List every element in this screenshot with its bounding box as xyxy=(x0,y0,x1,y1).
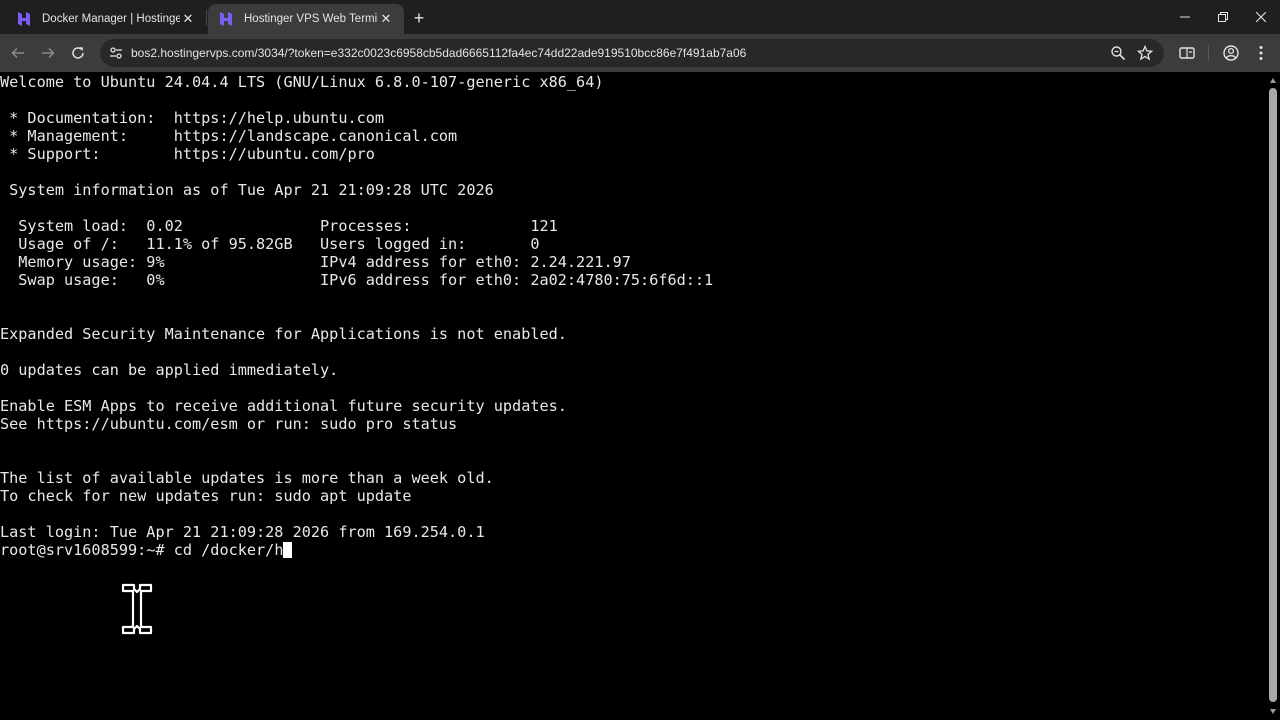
terminal-line: System information as of Tue Apr 21 21:0… xyxy=(0,181,494,199)
terminal-line: Memory usage: 9% IPv4 address for eth0: … xyxy=(0,253,631,271)
terminal-line: 0 updates can be applied immediately. xyxy=(0,361,339,379)
tab-separator xyxy=(206,10,207,26)
toolbar-divider xyxy=(1208,45,1209,61)
tab-docker-manager[interactable]: Docker Manager | Hostinger ✕ xyxy=(6,4,206,34)
restore-icon xyxy=(1218,12,1228,22)
reload-button[interactable] xyxy=(66,41,90,65)
hostinger-logo-icon xyxy=(220,12,232,26)
minimize-icon xyxy=(1180,16,1190,18)
terminal-line: Enable ESM Apps to receive additional fu… xyxy=(0,397,567,415)
arrow-left-icon xyxy=(11,47,24,59)
terminal-line: Expanded Security Maintenance for Applic… xyxy=(0,325,567,343)
terminal-line: System load: 0.02 Processes: 121 xyxy=(0,217,558,235)
scroll-down-icon[interactable] xyxy=(1270,709,1276,714)
back-button[interactable] xyxy=(6,41,30,65)
profile-icon[interactable] xyxy=(1222,44,1240,62)
terminal-cursor xyxy=(283,542,293,558)
arrow-right-icon xyxy=(42,47,55,59)
restore-button[interactable] xyxy=(1204,0,1242,34)
terminal-line: * Documentation: https://help.ubuntu.com xyxy=(0,109,385,127)
terminal-line: The list of available updates is more th… xyxy=(0,469,494,487)
zoom-icon[interactable] xyxy=(1110,45,1126,61)
minimize-button[interactable] xyxy=(1166,0,1204,34)
hostinger-logo-icon xyxy=(18,12,30,26)
tab-strip: Docker Manager | Hostinger ✕ Hostinger V… xyxy=(0,0,1280,34)
close-icon[interactable]: ✕ xyxy=(180,11,196,27)
shell-prompt: root@srv1608599:~# xyxy=(0,541,174,559)
tab-web-terminal[interactable]: Hostinger VPS Web Terminal ✕ xyxy=(208,4,404,34)
terminal-prompt-line[interactable]: root@srv1608599:~# cd /docker/h xyxy=(0,541,293,559)
scrollbar-thumb[interactable] xyxy=(1269,88,1277,702)
tab-title: Docker Manager | Hostinger xyxy=(42,13,180,25)
reading-list-icon[interactable] xyxy=(1178,44,1196,62)
forward-button[interactable] xyxy=(36,41,60,65)
reload-icon xyxy=(72,47,84,59)
command-input[interactable]: cd /docker/h xyxy=(174,541,284,559)
terminal-line: * Management: https://landscape.canonica… xyxy=(0,127,458,145)
terminal-line: To check for new updates run: sudo apt u… xyxy=(0,487,412,505)
terminal-line: Usage of /: 11.1% of 95.82GB Users logge… xyxy=(0,235,540,253)
terminal-output[interactable]: Welcome to Ubuntu 24.04.4 LTS (GNU/Linux… xyxy=(0,72,1266,720)
star-icon[interactable] xyxy=(1137,45,1153,61)
new-tab-button[interactable]: + xyxy=(408,7,430,29)
tab-title: Hostinger VPS Web Terminal xyxy=(244,13,378,25)
terminal-line: Swap usage: 0% IPv6 address for eth0: 2a… xyxy=(0,271,714,289)
terminal-line: Welcome to Ubuntu 24.04.4 LTS (GNU/Linux… xyxy=(0,73,604,91)
address-bar[interactable]: bos2.hostingervps.com/3034/?token=e332c0… xyxy=(100,39,1164,67)
terminal-line: * Support: https://ubuntu.com/pro xyxy=(0,145,375,163)
terminal-line: See https://ubuntu.com/esm or run: sudo … xyxy=(0,415,458,433)
text-cursor-icon xyxy=(121,583,153,635)
menu-icon[interactable] xyxy=(1252,44,1270,62)
browser-toolbar: bos2.hostingervps.com/3034/?token=e332c0… xyxy=(0,34,1280,72)
site-info-icon[interactable] xyxy=(108,45,124,61)
scroll-up-icon[interactable] xyxy=(1270,78,1276,83)
close-icon[interactable]: ✕ xyxy=(378,11,394,27)
url-text: bos2.hostingervps.com/3034/?token=e332c0… xyxy=(131,46,747,60)
close-icon xyxy=(1256,12,1266,22)
close-window-button[interactable] xyxy=(1242,0,1280,34)
terminal-scrollbar[interactable] xyxy=(1266,72,1280,720)
terminal-line: Last login: Tue Apr 21 21:09:28 2026 fro… xyxy=(0,523,485,541)
